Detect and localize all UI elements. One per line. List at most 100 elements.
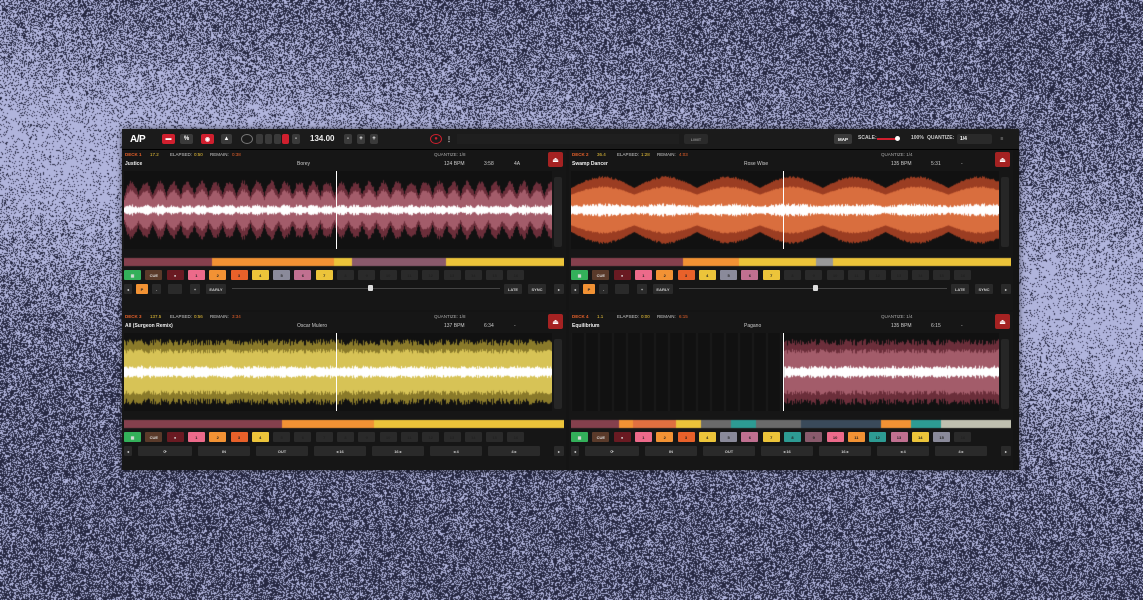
hotcue-pad-1[interactable]: 1: [635, 432, 652, 442]
hotcue-pad-16[interactable]: 16: [507, 432, 524, 442]
hotcue-pad-10[interactable]: 10: [380, 270, 397, 280]
track-overview[interactable]: [571, 419, 1011, 429]
minus-icon[interactable]: -: [292, 134, 300, 144]
hotcue-pad-15[interactable]: 15: [933, 432, 950, 442]
hotcue-pad-10[interactable]: 10: [827, 270, 844, 280]
hotcue-pad-4[interactable]: 4: [252, 432, 269, 442]
plus-icon[interactable]: +: [637, 284, 647, 294]
minus-icon[interactable]: -: [344, 134, 352, 144]
sync-button[interactable]: SYNC: [975, 284, 993, 294]
beatjump-forward-4[interactable]: 4 ▸: [935, 446, 987, 456]
hotcue-pad-6[interactable]: 6: [294, 270, 311, 280]
cue-button[interactable]: CUE: [592, 270, 609, 280]
hotcue-pad-2[interactable]: 2: [209, 432, 226, 442]
cue-button[interactable]: CUE: [592, 432, 609, 442]
zoom-scrollbar[interactable]: [554, 339, 562, 409]
pitch-slider-knob[interactable]: [368, 285, 373, 291]
hotcue-pad-13[interactable]: 13: [444, 432, 461, 442]
minus-icon[interactable]: -: [599, 284, 608, 294]
beatjump-back-4[interactable]: ◂ 4: [877, 446, 929, 456]
hotcue-pad-13[interactable]: 13: [444, 270, 461, 280]
hotcue-pad-12[interactable]: 12: [869, 270, 886, 280]
plus-icon[interactable]: +: [357, 134, 365, 144]
hotcue-pad-7[interactable]: 7: [763, 270, 780, 280]
hotcue-pad-11[interactable]: 11: [848, 270, 865, 280]
quantize-select[interactable]: 1/4: [957, 134, 992, 144]
early-button[interactable]: EARLY: [206, 284, 226, 294]
hotcue-pad-10[interactable]: 10: [380, 432, 397, 442]
grid-icon[interactable]: ▦: [571, 432, 588, 442]
loop-toggle-icon[interactable]: ⟳: [585, 446, 639, 456]
limit-button[interactable]: LIMIT: [684, 134, 708, 144]
nudge-back-icon[interactable]: ◂: [124, 284, 132, 294]
hotcue-pad-3[interactable]: 3: [678, 270, 695, 280]
loop-out-button[interactable]: OUT: [703, 446, 755, 456]
grid-icon[interactable]: %: [180, 134, 193, 144]
beatjump-back-4[interactable]: ◂ 4: [430, 446, 482, 456]
hotcue-pad-6[interactable]: 6: [294, 432, 311, 442]
eject-icon[interactable]: ⏏: [995, 314, 1010, 329]
eject-icon[interactable]: ⏏: [548, 152, 563, 167]
sync-button[interactable]: SYNC: [528, 284, 546, 294]
hotcue-pad-14[interactable]: 14: [912, 270, 929, 280]
beatjump-forward-16[interactable]: 16 ▸: [819, 446, 871, 456]
hotcue-pad-8[interactable]: 8: [337, 432, 354, 442]
hotcue-pad-11[interactable]: 11: [401, 432, 418, 442]
waveform[interactable]: [571, 333, 999, 411]
loop-toggle-icon[interactable]: ⟳: [138, 446, 192, 456]
record-icon[interactable]: ●: [167, 432, 184, 442]
scale-slider-knob[interactable]: [895, 136, 900, 141]
eject-icon[interactable]: ⏏: [995, 152, 1010, 167]
pitch-value[interactable]: [168, 284, 182, 294]
hotcue-pad-15[interactable]: 15: [486, 432, 503, 442]
folder-icon[interactable]: ▬: [162, 134, 175, 144]
zoom-scrollbar[interactable]: [554, 177, 562, 247]
late-button[interactable]: LATE: [951, 284, 969, 294]
plus-icon[interactable]: +: [370, 134, 378, 144]
pitch-button[interactable]: P: [583, 284, 595, 294]
beatjump-forward-16[interactable]: 16 ▸: [372, 446, 424, 456]
loop-back-icon[interactable]: ◂: [571, 446, 579, 456]
loop-forward-icon[interactable]: ▸: [554, 446, 564, 456]
hotcue-pad-12[interactable]: 12: [422, 270, 439, 280]
track-overview[interactable]: [571, 257, 1011, 267]
hotcue-pad-3[interactable]: 3: [678, 432, 695, 442]
hotcue-pad-14[interactable]: 14: [465, 432, 482, 442]
track-overview[interactable]: [124, 257, 564, 267]
record-icon[interactable]: ◉: [201, 134, 214, 144]
hotcue-pad-13[interactable]: 13: [891, 270, 908, 280]
more-icon[interactable]: ⋮: [446, 134, 452, 144]
nudge-forward-icon[interactable]: ▸: [554, 284, 564, 294]
hotcue-pad-7[interactable]: 7: [316, 432, 333, 442]
hotcue-pad-8[interactable]: 8: [337, 270, 354, 280]
hotcue-pad-3[interactable]: 3: [231, 270, 248, 280]
hotcue-pad-2[interactable]: 2: [656, 432, 673, 442]
beatjump-forward-4[interactable]: 4 ▸: [488, 446, 540, 456]
loop-back-icon[interactable]: ◂: [124, 446, 132, 456]
hotcue-pad-2[interactable]: 2: [656, 270, 673, 280]
nudge-forward-icon[interactable]: ▸: [1001, 284, 1011, 294]
beatjump-back-16[interactable]: ◂ 16: [761, 446, 813, 456]
loop-forward-icon[interactable]: ▸: [1001, 446, 1011, 456]
pitch-slider-knob[interactable]: [813, 285, 818, 291]
hotcue-pad-4[interactable]: 4: [252, 270, 269, 280]
hotcue-pad-7[interactable]: 7: [316, 270, 333, 280]
hotcue-pad-9[interactable]: 9: [358, 432, 375, 442]
hotcue-pad-9[interactable]: 9: [805, 432, 822, 442]
hotcue-pad-16[interactable]: 16: [507, 270, 524, 280]
waveform[interactable]: [124, 333, 552, 411]
hotcue-pad-1[interactable]: 1: [635, 270, 652, 280]
hotcue-pad-15[interactable]: 15: [486, 270, 503, 280]
hotcue-pad-8[interactable]: 8: [784, 270, 801, 280]
metronome-icon[interactable]: ▲: [221, 134, 232, 144]
pad-icon[interactable]: [274, 134, 281, 144]
grid-icon[interactable]: ▦: [124, 270, 141, 280]
hotcue-pad-14[interactable]: 14: [465, 270, 482, 280]
hotcue-pad-16[interactable]: 16: [954, 270, 971, 280]
waveform[interactable]: [571, 171, 999, 249]
track-overview[interactable]: [124, 419, 564, 429]
minus-icon[interactable]: -: [152, 284, 161, 294]
hotcue-pad-7[interactable]: 7: [763, 432, 780, 442]
hotcue-pad-5[interactable]: 5: [273, 270, 290, 280]
hotcue-pad-16[interactable]: 16: [954, 432, 971, 442]
